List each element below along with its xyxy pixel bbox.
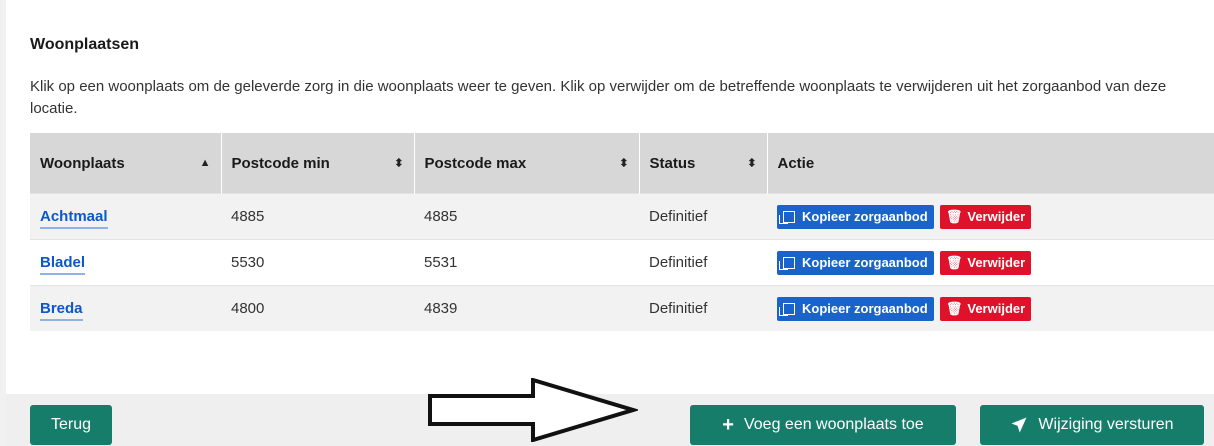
status-cell: Definitief (639, 239, 767, 286)
delete-button-label: Verwijder (967, 209, 1026, 224)
copy-zorgaanbod-button[interactable]: Kopieer zorgaanbod (777, 296, 934, 321)
column-label: Postcode min (231, 154, 330, 172)
sort-icon: ⬍ (747, 157, 757, 170)
copy-icon (779, 302, 795, 316)
table-header-row: Woonplaats ▲ Postcode min ⬍ Postcode max… (30, 133, 1214, 194)
action-cell: Kopieer zorgaanbod 🗑 Verwijder (767, 193, 1214, 240)
send-changes-button[interactable]: Wijziging versturen (980, 405, 1204, 445)
sort-ascending-icon: ▲ (199, 157, 211, 169)
add-woonplaats-button[interactable]: + Voeg een woonplaats toe (690, 405, 956, 445)
table-row: Breda 4800 4839 Definitief Kopieer zorga… (30, 285, 1214, 331)
column-label: Actie (777, 154, 815, 172)
copy-icon (779, 210, 795, 224)
copy-button-label: Kopieer zorgaanbod (802, 255, 928, 270)
woonplaatsen-table: Woonplaats ▲ Postcode min ⬍ Postcode max… (30, 133, 1214, 331)
copy-icon (779, 256, 795, 270)
postcode-max-cell: 5531 (414, 239, 639, 286)
status-cell: Definitief (639, 193, 767, 240)
section-description: Klik op een woonplaats om de geleverde z… (30, 78, 1167, 117)
action-cell: Kopieer zorgaanbod 🗑 Verwijder (767, 239, 1214, 286)
sort-icon: ⬍ (619, 157, 629, 170)
woonplaats-link[interactable]: Bladel (40, 254, 86, 275)
arrow-right-icon (428, 378, 638, 442)
trash-icon: 🗑 (945, 254, 963, 270)
column-label: Postcode max (424, 154, 527, 172)
delete-button[interactable]: 🗑 Verwijder (939, 296, 1032, 321)
status-cell: Definitief (639, 285, 767, 331)
column-header-status[interactable]: Status ⬍ (639, 133, 768, 194)
add-button-label: Voeg een woonplaats toe (743, 416, 924, 433)
copy-zorgaanbod-button[interactable]: Kopieer zorgaanbod (777, 204, 934, 229)
trash-icon: 🗑 (945, 300, 963, 316)
plus-icon: + (722, 413, 734, 436)
copy-button-label: Kopieer zorgaanbod (802, 301, 928, 316)
column-label: Woonplaats (40, 154, 125, 172)
delete-button-label: Verwijder (967, 301, 1026, 316)
postcode-max-cell: 4885 (414, 193, 639, 240)
table-row: Achtmaal 4885 4885 Definitief Kopieer zo… (30, 193, 1214, 240)
column-header-postcode-max[interactable]: Postcode max ⬍ (414, 133, 640, 194)
column-header-postcode-min[interactable]: Postcode min ⬍ (221, 133, 415, 194)
section-title: Woonplaatsen (30, 36, 140, 53)
delete-button-label: Verwijder (967, 255, 1026, 270)
trash-icon: 🗑 (945, 208, 963, 224)
woonplaats-link[interactable]: Breda (40, 300, 83, 321)
back-button[interactable]: Terug (30, 405, 112, 445)
postcode-min-cell: 4800 (221, 285, 414, 331)
sort-icon: ⬍ (394, 157, 404, 170)
postcode-min-cell: 5530 (221, 239, 414, 286)
postcode-min-cell: 4885 (221, 193, 414, 240)
copy-zorgaanbod-button[interactable]: Kopieer zorgaanbod (777, 250, 934, 275)
back-button-label: Terug (50, 416, 92, 433)
table-row: Bladel 5530 5531 Definitief Kopieer zorg… (30, 239, 1214, 286)
woonplaats-link[interactable]: Achtmaal (40, 208, 108, 229)
send-icon (1011, 417, 1027, 433)
postcode-max-cell: 4839 (414, 285, 639, 331)
delete-button[interactable]: 🗑 Verwijder (939, 204, 1032, 229)
column-label: Status (649, 154, 696, 172)
send-button-label: Wijziging versturen (1038, 416, 1174, 433)
column-header-actie: Actie (767, 133, 1214, 194)
delete-button[interactable]: 🗑 Verwijder (939, 250, 1032, 275)
action-cell: Kopieer zorgaanbod 🗑 Verwijder (767, 285, 1214, 331)
copy-button-label: Kopieer zorgaanbod (802, 209, 928, 224)
left-divider (0, 0, 6, 446)
column-header-woonplaats[interactable]: Woonplaats ▲ (30, 133, 222, 194)
